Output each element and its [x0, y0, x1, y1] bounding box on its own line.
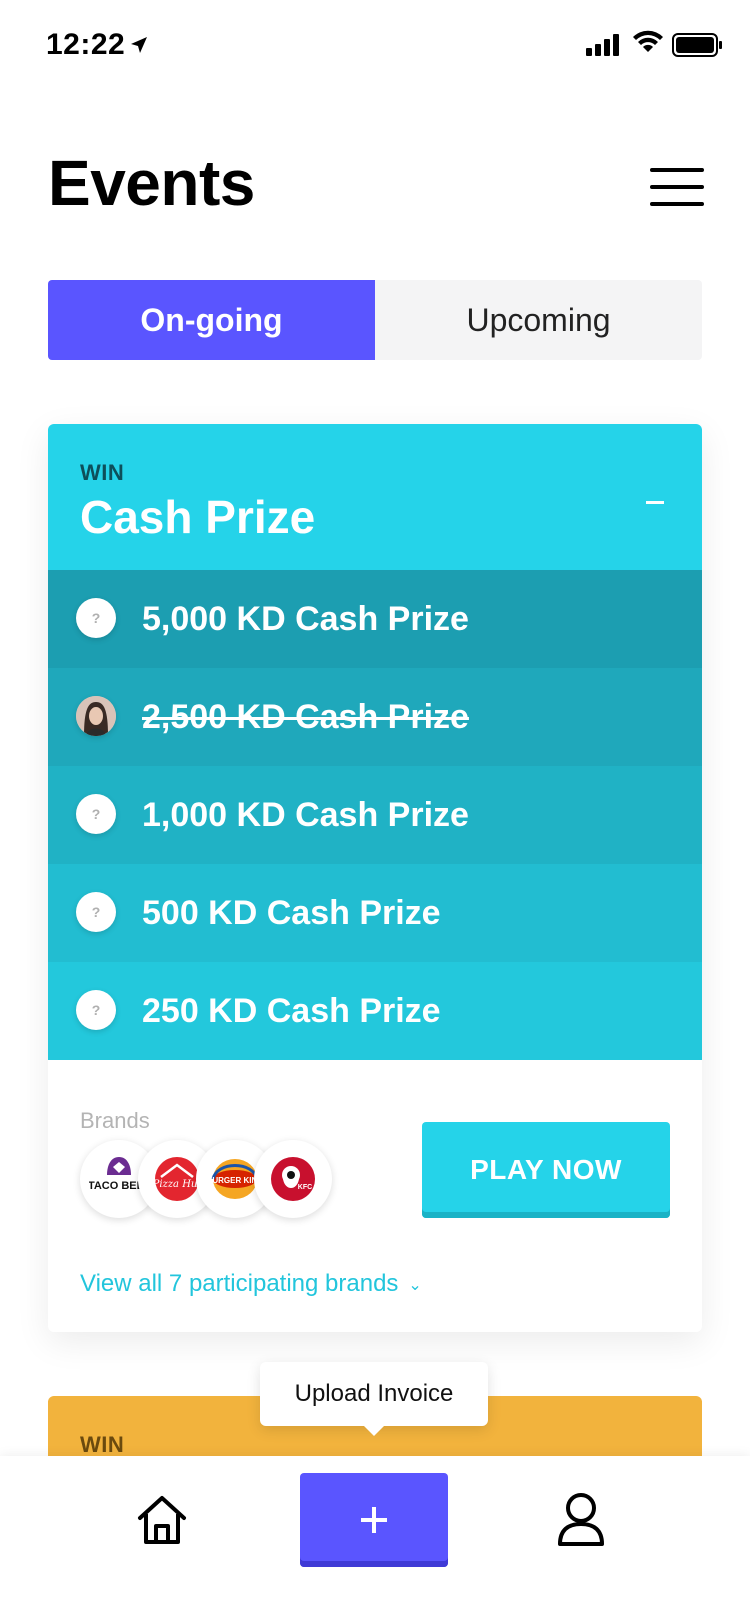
- event-tabs: On-going Upcoming: [48, 280, 702, 360]
- brand-logos[interactable]: TACO BELL Pizza Hut BURGER KING KFC: [80, 1140, 350, 1222]
- brands-caption: Brands: [80, 1108, 150, 1133]
- upload-invoice-tooltip: Upload Invoice: [260, 1362, 488, 1436]
- prize-label: 500 KD Cash Prize: [142, 894, 441, 932]
- prize-label: 5,000 KD Cash Prize: [142, 600, 469, 638]
- unknown-winner-icon: ?: [76, 892, 116, 932]
- prize-row[interactable]: 2,500 KD Cash Prize: [48, 668, 702, 766]
- menu-line: [650, 202, 704, 206]
- prize-row[interactable]: ? 1,000 KD Cash Prize: [48, 766, 702, 864]
- wifi-icon: [633, 30, 663, 52]
- tab-ongoing[interactable]: On-going: [48, 280, 375, 360]
- plus-icon: [361, 1507, 387, 1533]
- card-kicker: WIN: [80, 1432, 125, 1457]
- signal-icon: [586, 34, 619, 56]
- view-all-brands-link[interactable]: View all 7 participating brands ⌄: [80, 1270, 422, 1298]
- battery-icon: [672, 33, 722, 57]
- unknown-winner-icon: ?: [76, 794, 116, 834]
- chevron-down-icon: ⌄: [408, 1276, 422, 1294]
- prize-label: 1,000 KD Cash Prize: [142, 796, 469, 834]
- menu-line: [650, 168, 704, 172]
- prize-label: 250 KD Cash Prize: [142, 992, 441, 1030]
- status-bar: 12:22: [0, 0, 750, 96]
- prize-label-claimed: 2,500 KD Cash Prize: [142, 698, 469, 736]
- card-kicker: WIN: [80, 460, 125, 485]
- hamburger-menu-icon[interactable]: [650, 168, 704, 208]
- card-header[interactable]: WIN Cash Prize: [48, 424, 702, 570]
- unknown-winner-icon: ?: [76, 990, 116, 1030]
- winner-avatar: [76, 696, 116, 736]
- brand-text: KFC: [298, 1184, 312, 1191]
- status-time: 12:22: [46, 28, 126, 61]
- event-card-cash-prize: WIN Cash Prize ? 5,000 KD Cash Prize 2,5…: [48, 424, 702, 1332]
- tab-upcoming[interactable]: Upcoming: [375, 280, 702, 360]
- home-icon[interactable]: [134, 1492, 190, 1548]
- unknown-winner-icon: ?: [76, 598, 116, 638]
- prize-row[interactable]: ? 250 KD Cash Prize: [48, 962, 702, 1060]
- profile-icon[interactable]: [556, 1490, 606, 1548]
- kfc-logo-icon: KFC: [254, 1140, 332, 1218]
- add-button[interactable]: [300, 1473, 448, 1567]
- brand-text: Pizza Hut: [152, 1179, 203, 1190]
- bottom-nav: [0, 1456, 750, 1624]
- view-all-label: View all 7 participating brands: [80, 1270, 399, 1297]
- page-title: Events: [48, 147, 255, 219]
- menu-line: [650, 185, 704, 189]
- collapse-icon[interactable]: [640, 482, 670, 512]
- prize-row[interactable]: ? 500 KD Cash Prize: [48, 864, 702, 962]
- location-arrow-icon: [131, 37, 147, 53]
- play-now-button[interactable]: PLAY NOW: [422, 1122, 670, 1218]
- prize-row[interactable]: ? 5,000 KD Cash Prize: [48, 570, 702, 668]
- card-title: Cash Prize: [80, 491, 316, 543]
